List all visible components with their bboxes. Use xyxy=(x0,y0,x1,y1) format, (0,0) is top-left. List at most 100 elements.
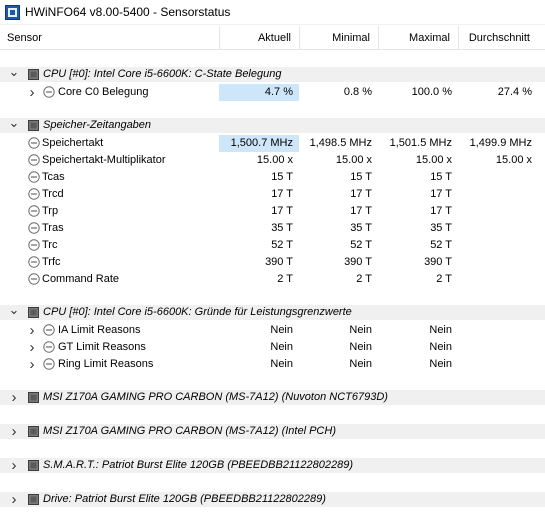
maximum-value: 52 T xyxy=(430,239,452,251)
average-value xyxy=(458,322,538,339)
average-value xyxy=(458,356,538,373)
sensor-row[interactable]: Trfc 390 T 390 T 390 T xyxy=(0,254,545,271)
sensor-group[interactable]: ⌄ CPU [#0]: Intel Core i5-6600K: C-State … xyxy=(0,65,545,82)
sensor-group-label: MSI Z170A GAMING PRO CARBON (MS-7A12) (I… xyxy=(43,425,336,437)
column-header-current[interactable]: Aktuell xyxy=(219,26,299,50)
maximum-value: 17 T xyxy=(430,205,452,217)
current-value: 15.00 x xyxy=(256,154,293,166)
average-value xyxy=(458,254,538,271)
maximum-value: 15.00 x xyxy=(415,154,452,166)
gauge-icon xyxy=(28,154,40,166)
current-value: 4.7 % xyxy=(219,84,299,101)
average-value xyxy=(458,237,538,254)
sensor-group[interactable]: › MSI Z170A GAMING PRO CARBON (MS-7A12) (… xyxy=(0,424,545,439)
sensor-row[interactable]: Tcas 15 T 15 T 15 T xyxy=(0,169,545,186)
minimum-value: 0.8 % xyxy=(343,86,372,98)
chevron-right-icon[interactable]: › xyxy=(26,339,38,356)
sensor-row-label: Trc xyxy=(42,239,58,251)
minimum-value: 52 T xyxy=(350,239,372,251)
sensor-group-label: Speicher-Zeitangaben xyxy=(43,119,152,131)
average-value xyxy=(458,203,538,220)
gauge-icon xyxy=(28,256,40,268)
sensor-group-icon xyxy=(28,69,39,80)
sensor-group[interactable]: › S.M.A.R.T.: Patriot Burst Elite 120GB (… xyxy=(0,458,545,473)
sensor-group-label: MSI Z170A GAMING PRO CARBON (MS-7A12) (N… xyxy=(43,391,388,403)
sensor-row[interactable]: Command Rate 2 T 2 T 2 T xyxy=(0,271,545,288)
gauge-icon xyxy=(28,222,40,234)
current-value: Nein xyxy=(270,341,293,353)
sensor-row-label: Speichertakt-Multiplikator xyxy=(42,154,166,166)
maximum-value: Nein xyxy=(429,324,452,336)
column-header-row: Sensor Aktuell Minimal Maximal Durchschn… xyxy=(0,26,545,50)
average-value: 1,499.9 MHz xyxy=(469,137,532,149)
chevron-down-icon[interactable]: ⌄ xyxy=(8,65,20,82)
window-title: HWiNFO64 v8.00-5400 - Sensorstatus xyxy=(25,5,231,19)
sensor-row-label: IA Limit Reasons xyxy=(58,324,141,336)
sensor-row[interactable]: Trcd 17 T 17 T 17 T xyxy=(0,186,545,203)
average-value xyxy=(458,169,538,186)
column-header-average[interactable]: Durchschnitt xyxy=(458,26,538,50)
sensor-row-label: GT Limit Reasons xyxy=(58,341,146,353)
sensor-row-label: Trp xyxy=(42,205,59,217)
sensor-group[interactable]: ⌄ CPU [#0]: Intel Core i5-6600K: Gründe f… xyxy=(0,303,545,320)
sensor-row[interactable]: Speichertakt 1,500.7 MHz 1,498.5 MHz 1,501.… xyxy=(0,135,545,152)
column-header-sensor[interactable]: Sensor xyxy=(0,26,219,50)
minimum-value: 35 T xyxy=(350,222,372,234)
minimum-value: 1,498.5 MHz xyxy=(309,137,372,149)
sensor-group-icon xyxy=(28,494,39,505)
maximum-value: 17 T xyxy=(430,188,452,200)
maximum-value: Nein xyxy=(429,358,452,370)
current-value: 390 T xyxy=(265,256,293,268)
sensor-row-label: Command Rate xyxy=(42,273,120,285)
sensor-row[interactable]: › IA Limit Reasons Nein Nein Nein xyxy=(0,322,545,339)
minimum-value: Nein xyxy=(349,324,372,336)
chevron-right-icon[interactable]: › xyxy=(8,424,20,439)
sensor-row[interactable]: › Ring Limit Reasons Nein Nein Nein xyxy=(0,356,545,373)
chevron-down-icon[interactable]: ⌄ xyxy=(8,303,20,320)
current-value: 2 T xyxy=(277,273,293,285)
sensor-group-icon xyxy=(28,120,39,131)
column-header-maximum[interactable]: Maximal xyxy=(378,26,458,50)
column-header-minimum[interactable]: Minimal xyxy=(299,26,378,50)
gauge-icon xyxy=(28,188,40,200)
minimum-value: 17 T xyxy=(350,188,372,200)
sensor-row[interactable]: Tras 35 T 35 T 35 T xyxy=(0,220,545,237)
average-value xyxy=(458,186,538,203)
gauge-icon xyxy=(28,137,40,149)
sensor-group-icon xyxy=(28,426,39,437)
chevron-right-icon[interactable]: › xyxy=(26,356,38,373)
maximum-value: Nein xyxy=(429,341,452,353)
sensor-row[interactable]: Trp 17 T 17 T 17 T xyxy=(0,203,545,220)
sensor-group[interactable]: › MSI Z170A GAMING PRO CARBON (MS-7A12) (… xyxy=(0,390,545,405)
sensor-row[interactable]: Speichertakt-Multiplikator 15.00 x 15.00 x… xyxy=(0,152,545,169)
minimum-value: 17 T xyxy=(350,205,372,217)
chevron-right-icon[interactable]: › xyxy=(8,458,20,473)
chevron-right-icon[interactable]: › xyxy=(8,492,20,507)
sensor-row-label: Tras xyxy=(42,222,64,234)
current-value: Nein xyxy=(270,324,293,336)
maximum-value: 2 T xyxy=(436,273,452,285)
minimum-value: Nein xyxy=(349,358,372,370)
sensor-group-icon xyxy=(28,460,39,471)
chevron-right-icon[interactable]: › xyxy=(8,390,20,405)
gauge-icon xyxy=(43,86,55,98)
current-value: Nein xyxy=(270,358,293,370)
current-value: 1,500.7 MHz xyxy=(219,135,299,152)
sensor-group[interactable]: ⌄ Speicher-Zeitangaben xyxy=(0,116,545,133)
chevron-down-icon[interactable]: ⌄ xyxy=(8,116,20,133)
sensor-group-label: S.M.A.R.T.: Patriot Burst Elite 120GB (P… xyxy=(43,459,353,471)
sensor-row[interactable]: Trc 52 T 52 T 52 T xyxy=(0,237,545,254)
gauge-icon xyxy=(28,205,40,217)
sensor-row[interactable]: › Core C0 Belegung 4.7 % 0.8 % 100.0 % 27.4 % xyxy=(0,84,545,101)
chevron-right-icon[interactable]: › xyxy=(26,322,38,339)
gauge-icon xyxy=(43,324,55,336)
sensor-row-label: Ring Limit Reasons xyxy=(58,358,154,370)
sensor-group[interactable]: › Drive: Patriot Burst Elite 120GB (PBEED… xyxy=(0,492,545,507)
average-value: 15.00 x xyxy=(495,154,532,166)
maximum-value: 390 T xyxy=(424,256,452,268)
sensor-group-icon xyxy=(28,307,39,318)
current-value: 15 T xyxy=(271,171,293,183)
sensor-row[interactable]: › GT Limit Reasons Nein Nein Nein xyxy=(0,339,545,356)
chevron-right-icon[interactable]: › xyxy=(26,84,38,101)
gauge-icon xyxy=(28,239,40,251)
